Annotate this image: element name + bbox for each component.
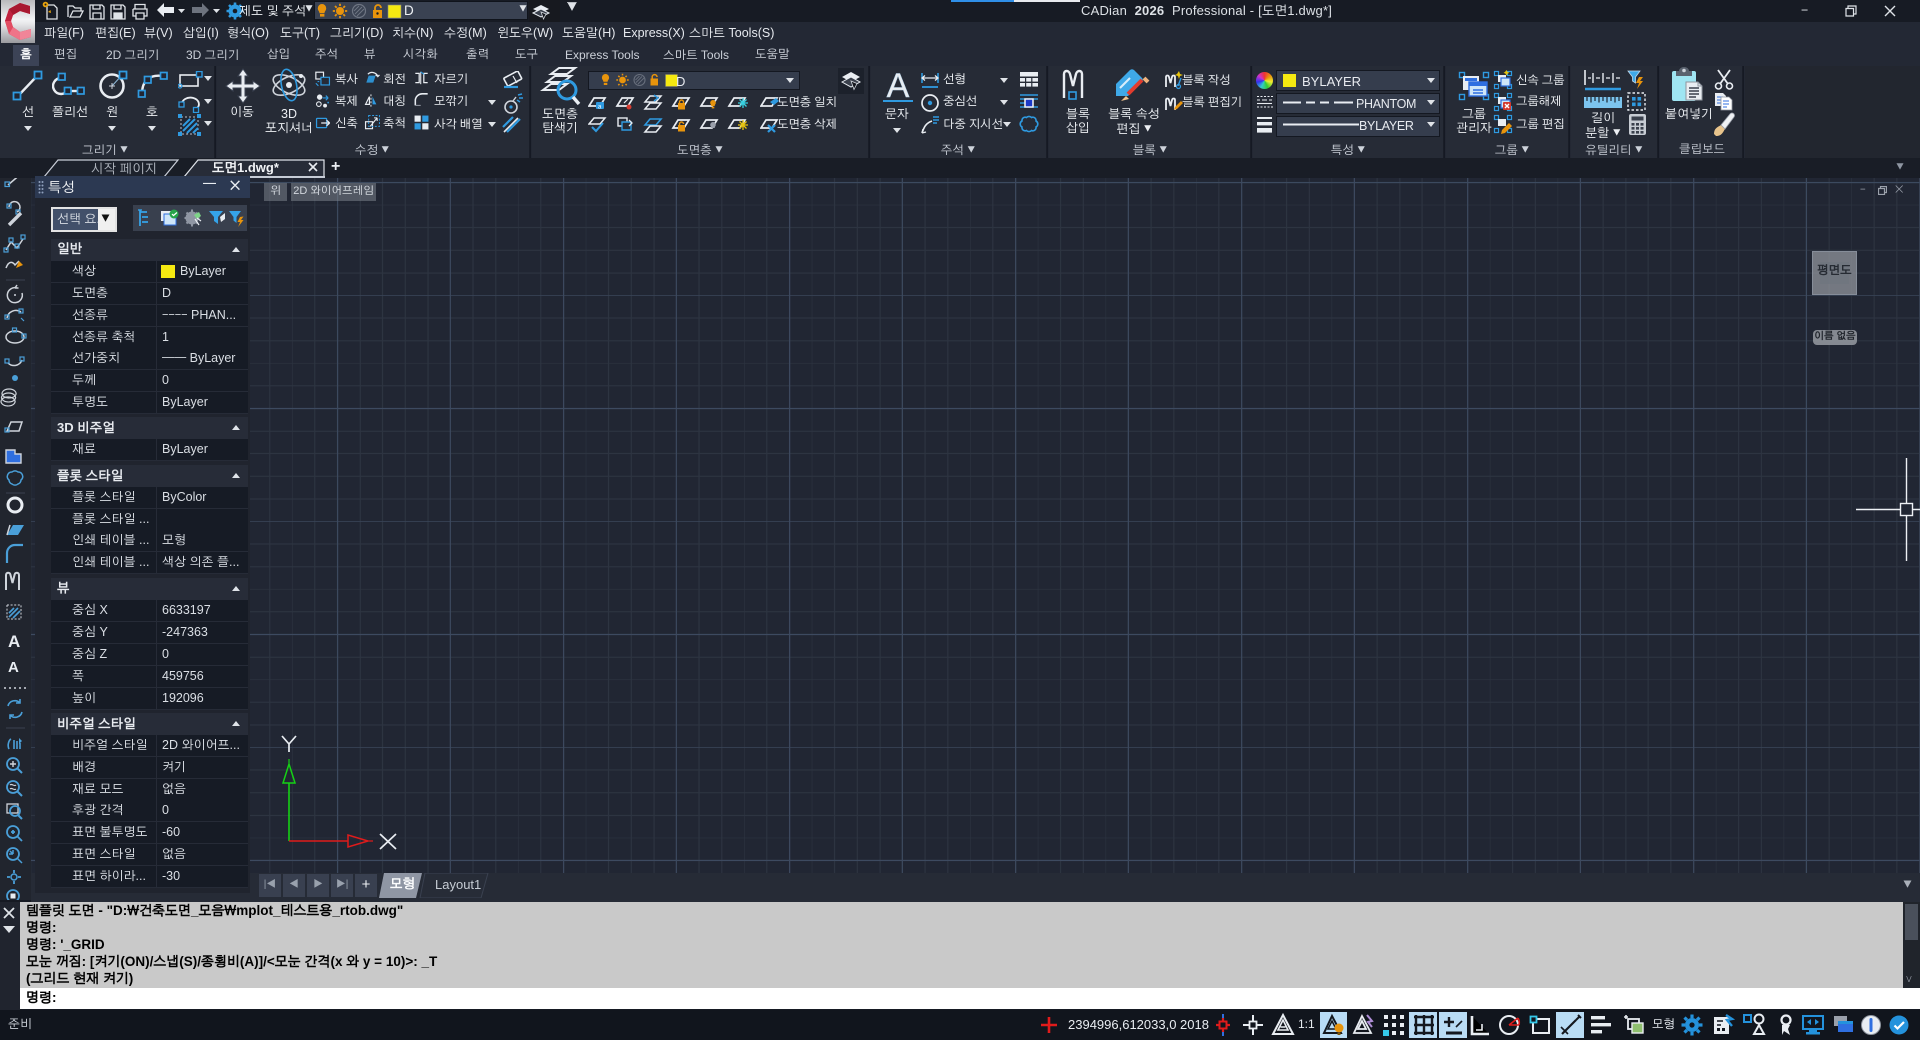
svg-text:A: A <box>8 632 20 651</box>
svg-text:A: A <box>8 659 19 676</box>
svg-text:A: A <box>887 68 910 105</box>
